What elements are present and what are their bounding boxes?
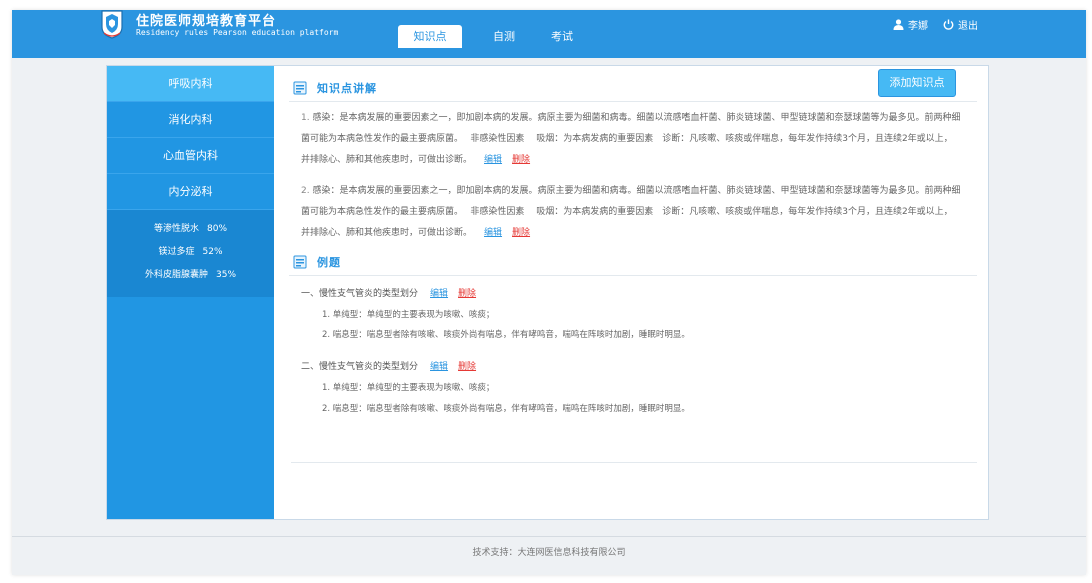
delete-link[interactable]: 删除: [512, 155, 530, 165]
footer-credit: 技术支持：大连网医信息科技有限公司: [472, 548, 626, 558]
example-line: 1. 单纯型：单纯型的主要表现为咳嗽、咳痰；: [322, 383, 495, 393]
example-line: 2. 喘息型：喘息型者除有咳嗽、咳痰外尚有喘息，伴有哮鸣音，喘鸣在阵咳时加剧，睡…: [322, 404, 690, 414]
example-line: 1. 单纯型：单纯型的主要表现为咳嗽、咳痰；: [322, 310, 495, 320]
book-icon: [293, 255, 307, 269]
progress-topic: 镁过多症: [158, 247, 195, 257]
divider: [291, 462, 977, 463]
user-icon: [893, 19, 904, 30]
examples-section-title: 例题: [317, 256, 341, 269]
knowledge-entry: 1. 感染：是本病发展的重要因素之一，即加剧本病的发展。病原主要为细菌和病毒。细…: [301, 108, 961, 171]
example-title-text: 一、慢性支气管炎的类型划分: [301, 289, 419, 299]
edit-link[interactable]: 编辑: [484, 155, 502, 165]
divider: [289, 275, 977, 276]
knowledge-section-header: 知识点讲解: [293, 74, 377, 102]
tab-self-test[interactable]: 自测: [480, 25, 528, 48]
entry-number: 1.: [301, 113, 310, 123]
edit-link[interactable]: 编辑: [430, 362, 448, 372]
entry-text: 感染：是本病发展的重要因素之一，即加剧本病的发展。病原主要为细菌和病毒。细菌以流…: [301, 186, 961, 238]
add-knowledge-point-button[interactable]: 添加知识点: [878, 69, 956, 97]
knowledge-section-title: 知识点讲解: [317, 82, 377, 95]
progress-topic: 外科皮脂腺囊肿: [144, 270, 208, 280]
example-line: 2. 喘息型：喘息型者除有咳嗽、咳痰外尚有喘息，伴有哮鸣音，喘鸣在阵咳时加剧，睡…: [322, 330, 690, 340]
logo-icon: [101, 10, 123, 39]
tab-exam[interactable]: 考试: [540, 25, 584, 48]
sidebar-progress-item[interactable]: 外科皮脂腺囊肿 35%: [107, 264, 274, 287]
footer-divider: [12, 536, 1086, 537]
progress-percent: 52%: [202, 247, 223, 257]
edit-link[interactable]: 编辑: [430, 289, 448, 299]
sidebar-item-gastroenterology[interactable]: 消化内科: [107, 102, 274, 138]
logout-button[interactable]: 退出: [943, 17, 978, 32]
knowledge-entry: 2. 感染：是本病发展的重要因素之一，即加剧本病的发展。病原主要为细菌和病毒。细…: [301, 181, 961, 244]
entry-text: 感染：是本病发展的重要因素之一，即加剧本病的发展。病原主要为细菌和病毒。细菌以流…: [301, 113, 961, 165]
divider: [289, 101, 977, 102]
progress-percent: 80%: [207, 224, 228, 234]
sidebar: 呼吸内科 消化内科 心血管内科 内分泌科 等渗性脱水 80% 镁过多症 52% 外科…: [107, 66, 274, 519]
sidebar-progress-item[interactable]: 等渗性脱水 80%: [107, 218, 274, 241]
power-icon: [943, 19, 954, 30]
progress-topic: 等渗性脱水: [153, 224, 199, 234]
user-menu[interactable]: 李娜: [893, 17, 928, 32]
delete-link[interactable]: 删除: [512, 228, 530, 238]
entry-number: 2.: [301, 186, 310, 196]
progress-percent: 35%: [216, 270, 237, 280]
example-title-text: 二、慢性支气管炎的类型划分: [301, 362, 419, 372]
sidebar-progress-item[interactable]: 镁过多症 52%: [107, 241, 274, 264]
delete-link[interactable]: 删除: [458, 362, 476, 372]
example-title: 一、慢性支气管炎的类型划分 编辑 删除: [301, 286, 476, 299]
user-name: 李娜: [908, 21, 928, 32]
logout-label: 退出: [958, 21, 978, 32]
delete-link[interactable]: 删除: [458, 289, 476, 299]
brand-subtitle: Residency rules Pearson education platfo…: [136, 28, 339, 37]
brand-title: 住院医师规培教育平台: [136, 14, 277, 29]
sidebar-item-endocrinology[interactable]: 内分泌科: [107, 174, 274, 210]
examples-section-header: 例题: [293, 248, 341, 276]
main-content: 知识点讲解 添加知识点 1. 感染：是本病发展的重要因素之一，即加剧本病的发展。…: [275, 66, 988, 519]
sidebar-item-cardiology[interactable]: 心血管内科: [107, 138, 274, 174]
edit-link[interactable]: 编辑: [484, 228, 502, 238]
example-title: 二、慢性支气管炎的类型划分 编辑 删除: [301, 359, 476, 372]
book-icon: [293, 81, 307, 95]
sidebar-item-respiratory[interactable]: 呼吸内科: [107, 66, 274, 102]
sidebar-progress-list: 等渗性脱水 80% 镁过多症 52% 外科皮脂腺囊肿 35%: [107, 210, 274, 297]
tab-knowledge-points[interactable]: 知识点: [398, 25, 462, 48]
